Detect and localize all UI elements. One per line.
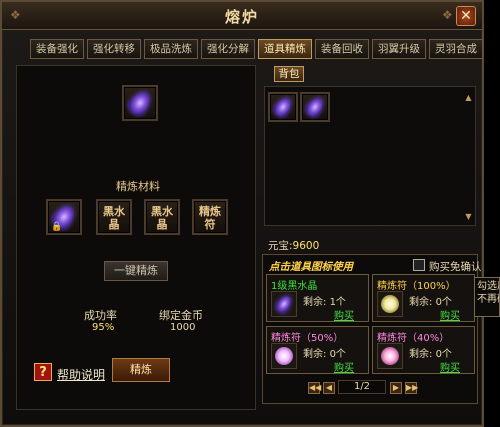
help-question-icon[interactable]: ?: [34, 363, 52, 381]
success-rate-value: 95%: [92, 322, 115, 333]
shop-item-remain: 剩余: 0个: [409, 293, 452, 308]
page-indicator: 1/2: [338, 380, 386, 394]
refine-charm-icon: [275, 347, 293, 365]
remain-label: 剩余:: [409, 349, 433, 360]
furnace-window: ❖ 熔炉 ❖ ✕ 装备强化 强化转移 极品洗炼 强化分解 道具精炼 装备回收 羽…: [0, 0, 484, 427]
black-crystal-icon: [273, 293, 295, 315]
tab-item-refine[interactable]: 道具精炼: [258, 39, 312, 59]
material-slot-label: 黑水晶: [103, 205, 125, 231]
shop-item-slot[interactable]: [377, 291, 403, 317]
remain-label: 剩余:: [303, 297, 327, 308]
tab-equip-recycle[interactable]: 装备回收: [315, 39, 369, 59]
black-crystal-icon: [271, 94, 295, 120]
bag-slot-1[interactable]: [268, 92, 298, 122]
tooltip-line-1: 勾选后: [477, 281, 499, 292]
last-page-icon[interactable]: ▶▶: [405, 382, 418, 394]
close-button[interactable]: ✕: [456, 6, 476, 26]
bag-slot-2[interactable]: [300, 92, 330, 122]
material-slot-1[interactable]: 🔒: [46, 199, 82, 235]
prev-page-icon[interactable]: ◀: [323, 382, 335, 394]
success-rate-label: 成功率: [84, 309, 117, 322]
target-item-slot[interactable]: [122, 85, 158, 121]
shop-item-remain: 剩余: 0个: [409, 345, 452, 360]
shop-item-card: 精炼符（50%） 剩余: 0个 购买: [266, 326, 369, 374]
no-confirm-label: 购买免确认: [429, 261, 482, 273]
tooltip-line-2: 不再确认: [477, 294, 499, 305]
black-crystal-icon: [125, 88, 155, 118]
refine-button[interactable]: 精炼: [112, 358, 170, 382]
material-slot-2[interactable]: 黑水晶: [96, 199, 132, 235]
tab-wing-upgrade[interactable]: 羽翼升级: [372, 39, 426, 59]
no-confirm-checkbox[interactable]: [413, 259, 425, 271]
buy-link[interactable]: 购买: [334, 307, 354, 322]
tab-enhance-decompose[interactable]: 强化分解: [201, 39, 255, 59]
bound-gold-label: 绑定金币: [159, 309, 203, 322]
shop-header: 点击道具图标使用: [269, 261, 353, 273]
yuanbao-display: 元宝:9600: [268, 238, 319, 253]
remain-label: 剩余:: [303, 349, 327, 360]
tab-bag[interactable]: 背包: [274, 66, 304, 82]
tab-bar: 装备强化 强化转移 极品洗炼 强化分解 道具精炼 装备回收 羽翼升级 灵羽合成: [30, 39, 483, 59]
remain-label: 剩余:: [409, 297, 433, 308]
shop-item-card: 精炼符（100%） 剩余: 0个 购买: [372, 274, 475, 322]
lock-icon: 🔒: [51, 222, 63, 232]
scroll-down-icon[interactable]: ▼: [464, 212, 473, 221]
shop-item-slot[interactable]: [271, 343, 297, 369]
title-bar[interactable]: ❖ 熔炉 ❖ ✕: [2, 2, 482, 30]
refine-charm-icon: [381, 295, 399, 313]
help-link[interactable]: 帮助说明: [57, 366, 105, 383]
shop-item-slot[interactable]: [377, 343, 403, 369]
title-ornament-right-icon: ❖: [442, 8, 453, 22]
scroll-up-icon[interactable]: ▲: [464, 93, 473, 102]
shop-item-card: 1级黑水晶 剩余: 1个 购买: [266, 274, 369, 322]
material-slot-4[interactable]: 精炼符: [192, 199, 228, 235]
next-page-icon[interactable]: ▶: [390, 382, 402, 394]
materials-label: 精炼材料: [116, 180, 160, 193]
shop-item-name: 精炼符（100%）: [377, 281, 456, 292]
shop-item-remain: 剩余: 1个: [303, 293, 346, 308]
black-crystal-icon: [303, 94, 327, 120]
buy-link[interactable]: 购买: [334, 359, 354, 374]
tab-feather-synthesis[interactable]: 灵羽合成: [429, 39, 483, 59]
bound-gold-value: 1000: [170, 322, 196, 333]
one-click-refine-button[interactable]: 一键精炼: [104, 261, 168, 281]
buy-link[interactable]: 购买: [440, 359, 460, 374]
buy-link[interactable]: 购买: [440, 307, 460, 322]
shop-item-remain: 剩余: 0个: [303, 345, 346, 360]
window-title: 熔炉: [224, 8, 259, 26]
yuanbao-label: 元宝:: [268, 240, 293, 252]
shop-item-card: 精炼符（40%） 剩余: 0个 购买: [372, 326, 475, 374]
shop-item-name: 精炼符（50%）: [271, 333, 344, 344]
tab-equip-enhance[interactable]: 装备强化: [30, 39, 84, 59]
shop-item-name: 1级黑水晶: [271, 281, 318, 292]
refine-charm-icon: [381, 347, 399, 365]
material-slot-label: 精炼符: [199, 205, 221, 231]
material-slot-label: 黑水晶: [151, 205, 173, 231]
yuanbao-value: 9600: [292, 240, 320, 252]
tab-enhance-transfer[interactable]: 强化转移: [87, 39, 141, 59]
material-slot-3[interactable]: 黑水晶: [144, 199, 180, 235]
no-confirm-tooltip: 勾选后 不再确认: [474, 277, 500, 317]
shop-item-slot[interactable]: [271, 291, 297, 317]
shop-item-name: 精炼符（40%）: [377, 333, 450, 344]
first-page-icon[interactable]: ◀◀: [308, 382, 321, 394]
tab-premium-wash[interactable]: 极品洗炼: [144, 39, 198, 59]
